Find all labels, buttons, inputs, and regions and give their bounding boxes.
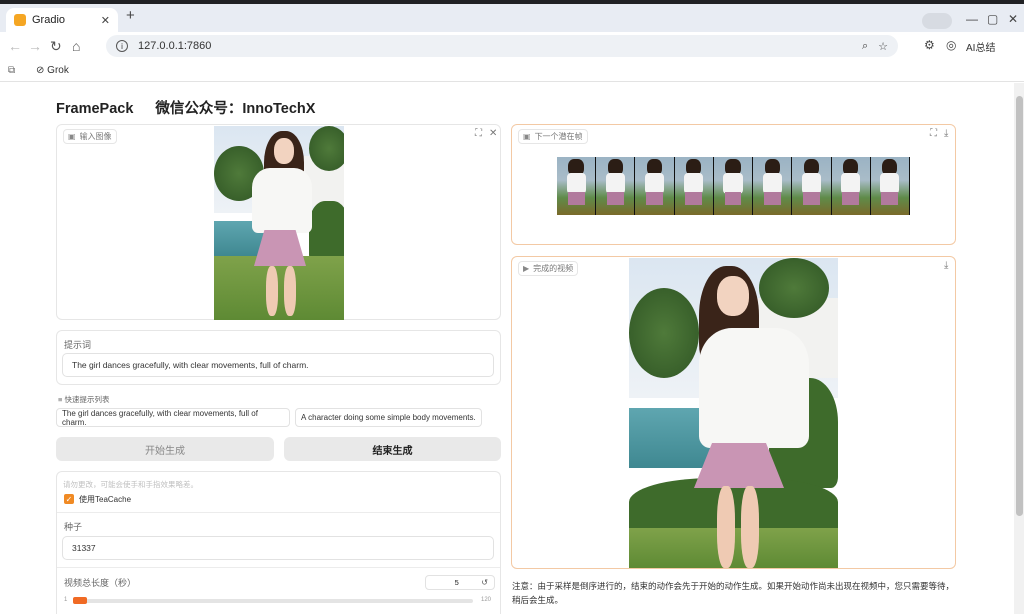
tab-groups-icon[interactable]: ⧉ bbox=[8, 65, 15, 76]
prompt-value: The girl dances gracefully, with clear m… bbox=[72, 360, 309, 370]
duration-min: 1 bbox=[64, 597, 68, 603]
latent-frame bbox=[831, 157, 871, 215]
tab-title: Gradio bbox=[32, 14, 66, 26]
latent-frame bbox=[713, 157, 754, 215]
clear-image-icon[interactable]: ✕ bbox=[489, 128, 497, 139]
duration-slider[interactable] bbox=[73, 599, 473, 603]
next-frames-label: ▣ 下一个潜在帧 bbox=[518, 129, 588, 144]
duration-value: 5 bbox=[454, 578, 459, 587]
start-generation-button[interactable]: 开始生成 bbox=[56, 437, 274, 461]
final-video-label: ▶ 完成的视频 bbox=[518, 261, 579, 276]
end-generation-button[interactable]: 结束生成 bbox=[284, 437, 501, 461]
duration-max: 120 bbox=[481, 597, 492, 603]
reset-icon[interactable]: ↺ bbox=[481, 578, 488, 587]
duration-label: 视频总长度（秒） bbox=[64, 578, 137, 588]
seed-input[interactable]: 31337 bbox=[62, 536, 494, 560]
prompt-input[interactable]: The girl dances gracefully, with clear m… bbox=[62, 353, 494, 377]
profile-icon[interactable] bbox=[922, 13, 952, 29]
site-info-icon[interactable]: i bbox=[116, 40, 128, 52]
home-icon[interactable]: ⌂ bbox=[72, 38, 80, 54]
tab-gradio[interactable]: Gradio ✕ bbox=[6, 8, 118, 32]
duration-number-input[interactable]: 5 ↺ bbox=[425, 575, 495, 590]
maximize-icon[interactable]: ▢ bbox=[987, 12, 998, 26]
latent-frame bbox=[557, 157, 597, 215]
star-icon[interactable]: ☆ bbox=[878, 40, 888, 53]
download-icon[interactable]: ⤓ bbox=[944, 260, 948, 271]
image-icon: ▣ bbox=[68, 132, 76, 141]
bookmark-grok[interactable]: ⊘ Grok bbox=[36, 65, 69, 76]
latent-frame bbox=[674, 157, 714, 215]
fullscreen-icon[interactable]: ⛶ bbox=[475, 128, 482, 139]
final-video-panel[interactable]: ▶ 完成的视频 ⤓ bbox=[511, 256, 956, 569]
bookmark-grok-label: Grok bbox=[47, 65, 69, 76]
ai-summary-button[interactable]: AI总结 bbox=[966, 39, 995, 54]
minimize-icon[interactable]: — bbox=[966, 12, 978, 26]
seed-value: 31337 bbox=[72, 543, 96, 553]
latent-frames-strip bbox=[557, 157, 910, 215]
back-icon[interactable]: ← bbox=[8, 38, 22, 54]
download-icon[interactable]: ⤓ bbox=[944, 128, 948, 139]
chat-icon[interactable]: ◎ bbox=[946, 38, 956, 52]
image-icon: ▣ bbox=[523, 132, 531, 141]
tab-bar: Gradio ✕ + — ▢ ✕ bbox=[0, 4, 1024, 32]
input-image-panel[interactable]: ▣ 输入图像 ⛶ ✕ bbox=[56, 124, 501, 320]
fullscreen-icon[interactable]: ⛶ bbox=[930, 128, 937, 139]
close-window-icon[interactable]: ✕ bbox=[1008, 12, 1018, 26]
app-title: FramePack bbox=[56, 101, 134, 117]
url-text: 127.0.0.1:7860 bbox=[138, 40, 212, 52]
bookmark-bar bbox=[0, 60, 1024, 82]
divider bbox=[57, 512, 500, 513]
prompt-label: 提示词 bbox=[64, 340, 92, 350]
hint-text: 请勿更改，可能会使手和手指效果略差。 bbox=[63, 480, 198, 489]
close-tab-icon[interactable]: ✕ bbox=[101, 14, 110, 27]
quick-prompt-chip[interactable]: A character doing some simple body movem… bbox=[295, 408, 482, 427]
address-bar[interactable]: i 127.0.0.1:7860 ⌕ ☆ bbox=[106, 35, 898, 57]
video-icon: ▶ bbox=[523, 264, 530, 273]
latent-frame bbox=[635, 157, 675, 215]
teacache-checkbox[interactable]: ✓ bbox=[64, 494, 74, 504]
scrollbar-thumb[interactable] bbox=[1016, 96, 1023, 516]
latent-frame bbox=[596, 157, 636, 215]
app-subtitle: 微信公众号：InnoTechX bbox=[155, 101, 316, 117]
gradio-favicon-icon bbox=[14, 14, 26, 26]
latent-frame bbox=[792, 157, 832, 215]
final-video-frame bbox=[629, 258, 838, 568]
generation-note: 注意：由于采样是倒序进行的，结束的动作会先于开始的动作生成。如果开始动作尚未出现… bbox=[512, 581, 955, 605]
latent-frame bbox=[753, 157, 793, 215]
duration-slider-handle[interactable] bbox=[73, 597, 87, 604]
page-title: FramePack 微信公众号：InnoTechX bbox=[56, 97, 315, 118]
new-tab-button[interactable]: + bbox=[126, 7, 135, 24]
quick-list-label: ≡ 快速提示列表 bbox=[58, 395, 110, 404]
reload-icon[interactable]: ↻ bbox=[50, 38, 62, 55]
latent-frame bbox=[870, 157, 910, 215]
extension-icon[interactable]: ⚙ bbox=[924, 38, 935, 52]
seed-label: 种子 bbox=[64, 522, 83, 532]
divider bbox=[57, 567, 500, 568]
teacache-label: 使用TeaCache bbox=[79, 495, 132, 504]
input-image-label: ▣ 输入图像 bbox=[63, 129, 117, 144]
zoom-icon[interactable]: ⌕ bbox=[862, 40, 868, 53]
forward-icon[interactable]: → bbox=[28, 38, 42, 54]
quick-prompt-chip[interactable]: The girl dances gracefully, with clear m… bbox=[56, 408, 290, 427]
input-image-photo bbox=[214, 126, 344, 320]
